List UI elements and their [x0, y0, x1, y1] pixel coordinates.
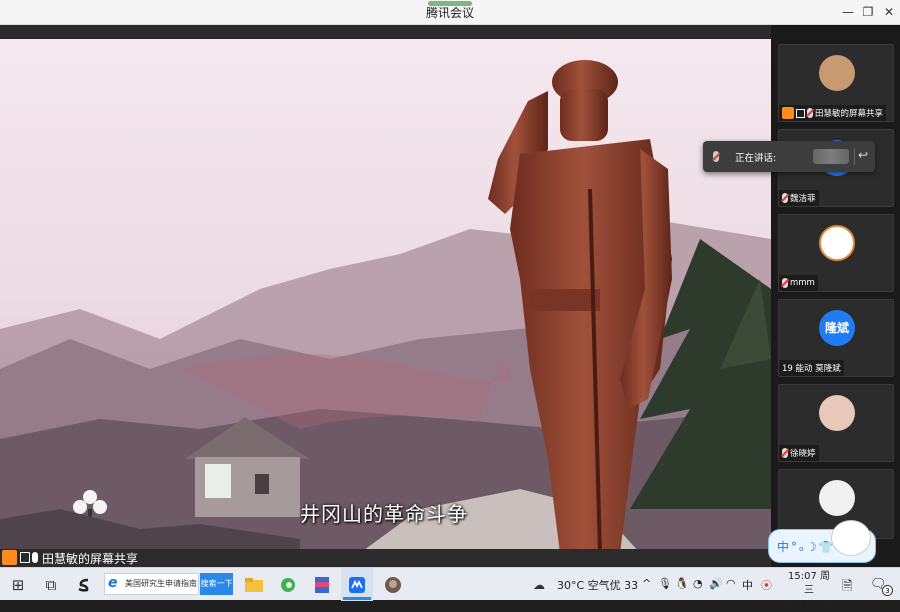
speaking-indicator-popup: 正在讲话: ↩ [703, 141, 875, 172]
muted-microphone-icon [782, 278, 788, 288]
tray-wps-icon[interactable]: ⦿ [761, 577, 772, 593]
muted-microphone-icon [782, 193, 788, 203]
restore-button[interactable]: ❐ [858, 3, 878, 21]
muted-microphone-icon [713, 151, 719, 162]
archive-icon [315, 576, 329, 593]
ime-toolbar-text: 中°ₒ☽👕 [777, 540, 836, 554]
participant-name: mmm [790, 278, 815, 288]
muted-microphone-icon [807, 108, 813, 118]
ime-mascot-icon[interactable] [831, 520, 871, 556]
participant-name: 魏洁菲 [790, 194, 816, 204]
participant-name-bar: 魏洁菲 [779, 190, 819, 206]
notification-count-badge: 3 [882, 585, 893, 596]
folder-icon [245, 577, 263, 592]
participant-name: 田慧敏的屏幕共享 [815, 109, 884, 119]
participant-tile[interactable]: 田慧敏的屏幕共享 [778, 44, 894, 122]
tray-network-icon[interactable]: ◔ [693, 577, 703, 590]
statue-landscape-image [0, 39, 771, 553]
wifi-icon[interactable]: ◠ [726, 577, 736, 590]
tray-microphone-icon[interactable]: 🎙 [658, 577, 672, 590]
participant-avatar [819, 395, 855, 431]
search-button[interactable]: 搜索一下 [200, 573, 233, 595]
clock-time: 15:07 周三 [788, 571, 830, 596]
photo-app-icon[interactable] [377, 568, 409, 601]
participant-tile[interactable]: 隆斌 19 能动 莫隆斌 [778, 299, 894, 377]
share-person-icon [782, 107, 794, 119]
screen-share-icon [20, 552, 30, 563]
photo-thumbnail-icon [385, 576, 401, 593]
tray-qq-icon[interactable]: 🐧 [675, 577, 689, 590]
notepad-icon[interactable]: 🗎 [842, 577, 852, 599]
muted-microphone-icon [782, 448, 788, 458]
edge-like-icon [281, 577, 295, 592]
screen-share-person-icon [2, 550, 17, 565]
participant-avatar [819, 225, 855, 261]
participant-tile[interactable]: 徐晓婷 [778, 384, 894, 462]
start-button[interactable]: ⊞ [2, 568, 34, 601]
clock-date: 2021/8/18 [784, 599, 836, 610]
screen-share-owner-label: 田慧敏的屏幕共享 [42, 552, 139, 566]
browser-green-icon[interactable] [272, 568, 304, 601]
task-view-button[interactable]: ⧉ [35, 568, 67, 601]
participant-avatar [819, 480, 855, 516]
volume-icon[interactable]: 🔊 [709, 577, 723, 590]
screen-share-icon [796, 108, 805, 118]
windows-taskbar: ⊞ ⧉ e 美国研究生申请指南 搜索一下 ☁ 30°C 空气优 33 ^ 🎙 🐧… [0, 567, 900, 610]
participant-avatar [819, 55, 855, 91]
screen-share-label-bar: 田慧敏的屏幕共享 [0, 549, 771, 567]
participant-name-bar: mmm [779, 275, 818, 291]
file-explorer-icon[interactable] [238, 568, 270, 601]
ime-indicator[interactable]: 中 [742, 577, 753, 593]
weather-icon[interactable]: ☁ [530, 568, 548, 601]
ie-logo-icon: e [108, 575, 118, 591]
browser-search-input[interactable]: e 美国研究生申请指南 [104, 573, 199, 595]
participant-name-bar: 徐晓婷 [779, 445, 819, 461]
participant-name-bar: 19 能动 莫隆斌 [779, 360, 844, 376]
participant-name: 徐晓婷 [790, 449, 816, 459]
weather-text[interactable]: 30°C 空气优 33 [557, 577, 638, 593]
participant-tile[interactable]: mmm [778, 214, 894, 292]
microphone-icon [32, 552, 38, 563]
participant-panel[interactable]: 田慧敏的屏幕共享 魏洁菲 mmm 隆斌 19 能动 莫隆斌 徐晓婷 [771, 25, 900, 567]
divider [854, 148, 855, 165]
close-button[interactable]: ✕ [879, 3, 899, 21]
ime-floating-toolbar[interactable]: 中°ₒ☽👕 [768, 520, 876, 563]
shared-screen-top-strip [0, 25, 771, 39]
collapse-popup-icon[interactable]: ↩ [858, 148, 868, 162]
shared-video-frame [0, 39, 771, 553]
tencent-meeting-icon [349, 576, 365, 593]
participant-name-bar: 田慧敏的屏幕共享 [779, 105, 887, 121]
title-bar: 腾讯会议 — ❐ ✕ [0, 0, 900, 25]
speaker-name-blurred [813, 149, 849, 164]
video-subtitle: 井冈山的革命斗争 [300, 502, 468, 526]
minimize-button[interactable]: — [838, 3, 858, 21]
show-hidden-icons-chevron-icon[interactable]: ^ [642, 577, 651, 590]
speaking-label: 正在讲话: [735, 153, 777, 164]
s-logo-icon [78, 578, 89, 592]
shared-screen-view[interactable]: 井冈山的革命斗争 田慧敏的屏幕共享 [0, 25, 771, 567]
winrar-icon[interactable] [306, 568, 338, 601]
participant-avatar: 隆斌 [819, 310, 855, 346]
participant-name: 19 能动 莫隆斌 [782, 364, 841, 374]
window-title: 腾讯会议 [425, 6, 474, 20]
taskbar-clock[interactable]: 15:07 周三 2021/8/18 [784, 570, 836, 612]
search-query-text: 美国研究生申请指南 [125, 579, 197, 588]
app-s-icon[interactable] [68, 568, 100, 601]
